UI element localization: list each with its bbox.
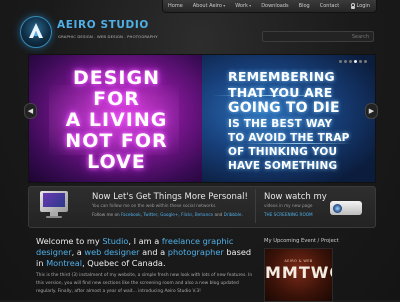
welcome-text: and a (139, 247, 168, 257)
twitter-link[interactable]: Twitter (143, 212, 157, 217)
site-title[interactable]: AEIRO STUDIO (57, 19, 149, 31)
slide-design-for-a-living[interactable]: DESIGN FOR A LIVING NOT FOR LOVE (29, 55, 204, 182)
watch-subtitle: videos in my new page (264, 203, 313, 208)
welcome-heading: Welcome to my Studio, I am a freelance g… (36, 236, 252, 269)
role-web-designer[interactable]: web designer (84, 247, 139, 257)
screening-room-link[interactable]: THE SCREENING ROOM (264, 212, 313, 217)
welcome-text: Welcome to my (36, 236, 103, 246)
promo-subtitle: You can follow me on the web within thes… (92, 203, 217, 208)
logo-icon[interactable] (20, 16, 52, 48)
projector-lens (333, 204, 342, 213)
slide-right-line: HAVE SOMETHING (228, 160, 338, 172)
promo-title: Now Let's Get Things More Personal! (92, 192, 248, 202)
slider-dot[interactable] (364, 60, 367, 63)
slider-dot[interactable] (344, 60, 347, 63)
slide-left-line: FOR (93, 88, 140, 110)
slide-right-line: TO AVOID THE TRAP (228, 132, 350, 144)
slide-right-line: GOING TO DIE (228, 100, 340, 116)
flickr-link[interactable]: Flickr (181, 212, 192, 217)
slide-left-line: A LIVING (65, 109, 168, 131)
behance-link[interactable]: Behance (195, 212, 213, 217)
nav-contact[interactable]: Contact (315, 3, 344, 9)
slider-pagination (339, 60, 367, 63)
welcome-text: , a (71, 247, 85, 257)
nav-blog[interactable]: Blog (294, 3, 315, 9)
follow-prefix: Follow me on (92, 212, 120, 217)
imac-base (46, 216, 62, 218)
login-button[interactable]: Login (350, 3, 377, 9)
nav-downloads[interactable]: Downloads (256, 3, 293, 9)
slider-prev-button[interactable]: ◀ (24, 103, 37, 119)
poster-title: MMTWO (265, 263, 332, 282)
welcome-text: , Quebec of Canada. (82, 258, 166, 268)
watch-title: Now watch my (264, 192, 327, 202)
top-nav: Home About Aeiro Work Downloads Blog Con… (162, 0, 377, 13)
slider-dot[interactable] (354, 60, 357, 63)
slide-left-line: NOT FOR (65, 130, 168, 152)
slide-right-line: IS THE BEST WAY (228, 118, 333, 130)
event-title: My Upcoming Event / Project (264, 238, 339, 244)
imac-screen (43, 193, 65, 207)
dribbble-link[interactable]: Dribbble (224, 212, 242, 217)
welcome-body: This is the third (3) instalment of my w… (36, 273, 253, 294)
event-poster[interactable]: AEIRO & WEB MMTWO (264, 248, 333, 302)
slider-dot[interactable] (339, 60, 342, 63)
slider-dot[interactable] (359, 60, 362, 63)
slide-right-line: REMEMBERING (228, 69, 335, 84)
slide-left-line: DESIGN (72, 67, 160, 89)
slide-right-line: OF THINKING YOU (228, 146, 338, 158)
city-link[interactable]: Montreal (46, 258, 82, 268)
google-plus-link[interactable]: Google+ (160, 212, 178, 217)
facebook-link[interactable]: Facebook (121, 212, 141, 217)
nav-home[interactable]: Home (163, 3, 188, 9)
slide-left-line: LOVE (87, 151, 146, 173)
slide-right-line: THAT YOU ARE (228, 85, 333, 100)
site-tagline: GRAPHIC DESIGN . WEB DESIGN . PHOTOGRAPH… (58, 34, 158, 39)
studio-link[interactable]: Studio (102, 236, 128, 246)
nav-about[interactable]: About Aeiro (188, 3, 230, 9)
lock-icon (350, 3, 355, 9)
featured-slider: DESIGN FOR A LIVING NOT FOR LOVE REMEMBE… (28, 54, 376, 183)
slider-dot[interactable] (349, 60, 352, 63)
login-label: Login (356, 3, 371, 9)
nav-work[interactable]: Work (230, 3, 256, 9)
slider-next-button[interactable]: ▶ (365, 103, 378, 119)
welcome-text: , I am a (128, 236, 162, 246)
promo-divider (255, 189, 256, 223)
search-input[interactable] (262, 31, 374, 42)
social-links: Follow me on Facebook, Twitter, Google+,… (92, 212, 243, 217)
slide-remembering[interactable]: REMEMBERING THAT YOU ARE GOING TO DIE IS… (202, 55, 375, 182)
role-photographer[interactable]: photographer (168, 247, 224, 257)
